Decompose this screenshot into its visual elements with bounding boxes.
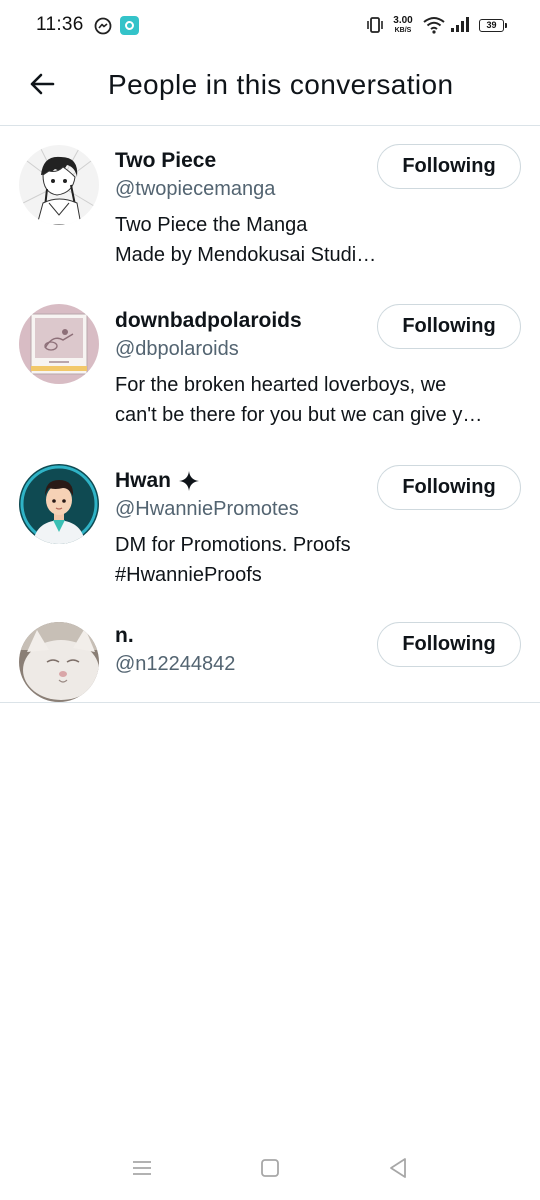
- home-button[interactable]: [254, 1154, 286, 1186]
- user-bio: Two Piece the Manga Made by Mendokusai S…: [115, 210, 520, 270]
- back-button[interactable]: [22, 66, 62, 106]
- page-title: People in this conversation: [108, 69, 454, 100]
- sparkle-icon: [179, 471, 200, 491]
- wifi-icon: [423, 16, 445, 39]
- person-row[interactable]: Hwan @HwanniePromotes DM for Promotions.…: [0, 447, 540, 605]
- battery-indicator: 39: [479, 19, 507, 32]
- network-speed-unit: KB/S: [394, 27, 412, 34]
- system-back-button[interactable]: [382, 1154, 414, 1186]
- person-row[interactable]: downbadpolaroids @dbpolaroids For the br…: [0, 287, 540, 447]
- following-button[interactable]: Following: [377, 465, 521, 510]
- recent-apps-button[interactable]: [126, 1154, 158, 1186]
- avatar[interactable]: [19, 145, 99, 225]
- display-name-text: Two Piece: [115, 149, 217, 172]
- people-list: Two Piece @twopiecemanga Two Piece the M…: [0, 127, 540, 703]
- bio-line: can't be there for you but we can give y…: [115, 404, 483, 426]
- messenger-icon: [94, 17, 112, 40]
- signal-icon: [450, 17, 472, 38]
- vibrate-icon: [366, 15, 384, 40]
- app-notification-icon: [120, 16, 139, 35]
- network-speed: 3.00 KB/S: [389, 16, 417, 35]
- display-name-text: downbadpolaroids: [115, 309, 302, 332]
- avatar[interactable]: [19, 304, 99, 384]
- network-speed-value: 3.00: [393, 15, 413, 26]
- bio-line: DM for Promotions. Proofs: [115, 534, 351, 556]
- avatar[interactable]: [19, 464, 99, 544]
- person-row[interactable]: n. @n12244842 Following: [0, 605, 540, 702]
- home-square-icon: [260, 1158, 280, 1183]
- following-button[interactable]: Following: [377, 304, 521, 349]
- user-bio: DM for Promotions. Proofs #HwannieProofs: [115, 530, 520, 590]
- display-name-text: Hwan: [115, 469, 172, 492]
- bio-line: #HwannieProofs: [115, 564, 262, 586]
- arrow-left-icon: [29, 72, 55, 101]
- following-button[interactable]: Following: [377, 144, 521, 189]
- bio-line: For the broken hearted loverboys, we: [115, 374, 447, 396]
- menu-icon: [131, 1159, 153, 1182]
- following-button[interactable]: Following: [377, 622, 521, 667]
- back-triangle-icon: [388, 1157, 408, 1184]
- system-navigation-bar: [0, 1140, 540, 1200]
- page-header: People in this conversation: [0, 54, 540, 126]
- status-time: 11:36: [36, 14, 84, 35]
- status-bar: 11:36 3.00 KB/S 39: [0, 0, 540, 54]
- person-row[interactable]: Two Piece @twopiecemanga Two Piece the M…: [0, 127, 540, 287]
- avatar[interactable]: [19, 622, 99, 702]
- display-name-text: n.: [115, 624, 134, 647]
- bio-line: Two Piece the Manga: [115, 214, 308, 236]
- user-bio: For the broken hearted loverboys, we can…: [115, 370, 520, 430]
- bio-line: Made by Mendokusai Studi…: [115, 244, 377, 266]
